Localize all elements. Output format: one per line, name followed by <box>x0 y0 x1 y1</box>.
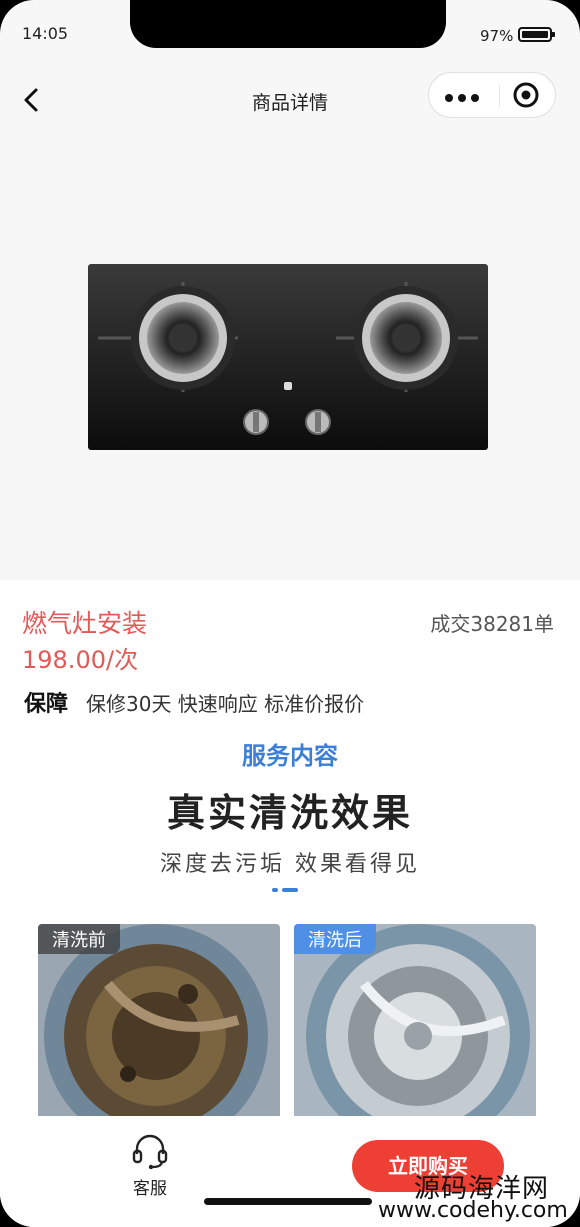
headset-icon <box>132 1134 168 1170</box>
before-tag: 清洗前 <box>38 924 120 954</box>
headline: 真实清洗效果 <box>166 791 413 835</box>
subline: 深度去污垢 效果看得见 <box>160 852 420 877</box>
battery-percent: 97% <box>480 27 514 45</box>
product-name: 燃气灶安装 <box>22 609 148 638</box>
battery-icon <box>518 27 555 42</box>
customer-service-label: 客服 <box>133 1179 167 1199</box>
product-image-area <box>0 140 580 580</box>
phone-screen: 14:05 97% 商品详情 燃气灶安装 198.00/次 成交38281单 保… <box>0 0 580 1227</box>
status-time: 14:05 <box>22 24 69 43</box>
home-indicator <box>204 1198 372 1205</box>
before-cleaning-image: 清洗前 <box>38 924 280 1120</box>
service-content: 服务内容 真实清洗效果 深度去污垢 效果看得见 清洗前 清洗后 <box>0 740 580 1140</box>
section-title: 服务内容 <box>242 742 338 770</box>
section-indicator <box>272 888 298 892</box>
target-icon[interactable] <box>513 82 539 108</box>
after-cleaning-image: 清洗后 <box>294 924 536 1120</box>
product-price: 198.00/次 <box>22 646 139 674</box>
after-tag: 清洗后 <box>294 924 376 954</box>
watermark-line2: www.codehy.com <box>378 1198 568 1223</box>
more-dots-icon[interactable] <box>445 87 485 103</box>
sold-count: 成交38281单 <box>430 612 554 636</box>
guarantee-text: 保修30天 快速响应 标准价报价 <box>86 692 365 716</box>
product-info: 燃气灶安装 198.00/次 成交38281单 保障 保修30天 快速响应 标准… <box>0 580 580 740</box>
device-notch <box>130 0 446 48</box>
nav-bar: 商品详情 <box>0 70 580 130</box>
capsule-divider <box>499 85 500 107</box>
mini-program-capsule <box>428 72 556 118</box>
customer-service-button[interactable]: 客服 <box>124 1132 176 1199</box>
guarantee-label: 保障 <box>24 692 69 717</box>
gas-stove-image <box>88 264 488 450</box>
